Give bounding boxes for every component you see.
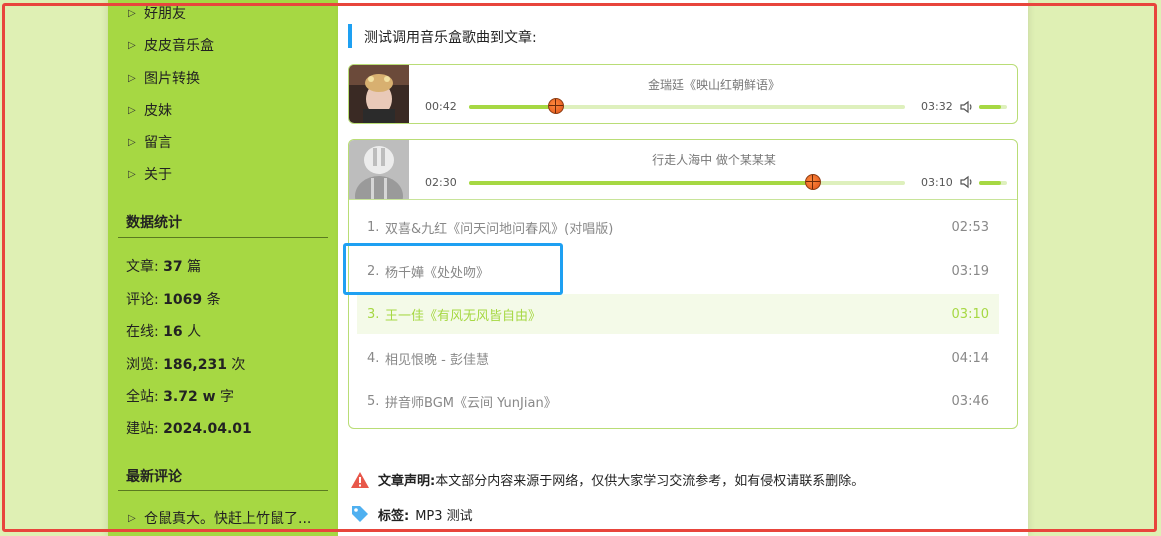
warning-icon <box>351 471 369 488</box>
chevron-right-icon: ▷ <box>128 7 136 19</box>
track-duration: 03:10 <box>951 306 989 322</box>
track-name: 双喜&九红《问天问地问春风》(对唱版) <box>385 221 614 237</box>
current-time: 02:30 <box>425 176 457 189</box>
track-number: 1. <box>367 219 380 235</box>
sidebar-item-label: 图片转换 <box>144 71 200 87</box>
sidebar-item-friends[interactable]: ▷ 好朋友 <box>128 3 186 23</box>
progress-handle[interactable] <box>805 174 822 190</box>
chevron-right-icon: ▷ <box>128 512 136 524</box>
volume-slider[interactable] <box>979 105 1007 109</box>
track-number: 4. <box>367 350 380 366</box>
divider <box>118 237 328 238</box>
chevron-right-icon: ▷ <box>128 136 136 148</box>
music-player-1: 金瑞廷《映山红朝鲜语》 00:42 03:32 <box>348 64 1018 124</box>
volume-fill <box>979 105 1001 109</box>
progress-bar[interactable] <box>469 105 905 109</box>
sidebar-item-label: 皮皮音乐盒 <box>144 38 214 54</box>
tag-link[interactable]: MP3 测试 <box>415 505 472 524</box>
divider <box>349 199 1017 200</box>
quote-text: 测试调用音乐盒歌曲到文章: <box>364 30 537 46</box>
track-number: 3. <box>367 306 380 322</box>
track-number: 5. <box>367 393 380 409</box>
sidebar-item-pimei[interactable]: ▷ 皮妹 <box>128 100 172 120</box>
article-notice: 文章声明: 本文部分内容来源于网络，仅供大家学习交流参考，如有侵权请联系删除。 <box>350 470 864 489</box>
sidebar-item-about[interactable]: ▷ 关于 <box>128 164 172 184</box>
progress-fill <box>469 105 557 109</box>
tag-icon <box>352 506 368 522</box>
sidebar-item-label: 留言 <box>144 135 172 151</box>
track-duration: 02:53 <box>951 219 989 235</box>
article-tags: 标签: MP3 测试 <box>350 504 473 524</box>
song-title: 行走人海中 做个某某某 <box>652 153 776 167</box>
recent-comments-title: 最新评论 <box>126 469 182 485</box>
volume-slider[interactable] <box>979 181 1007 185</box>
tags-label: 标签: <box>378 508 410 524</box>
chevron-right-icon: ▷ <box>128 72 136 84</box>
album-cover[interactable] <box>349 140 409 199</box>
album-cover[interactable] <box>349 65 409 124</box>
track-duration: 04:14 <box>951 350 989 366</box>
playlist-item-active[interactable]: 3. 王一佳《有风无风皆自由》 03:10 <box>357 294 999 334</box>
total-time: 03:32 <box>921 100 953 113</box>
divider <box>118 490 328 491</box>
notice-label: 文章声明: <box>378 474 436 489</box>
progress-fill <box>469 181 814 185</box>
progress-handle[interactable] <box>548 98 565 114</box>
stat-founded: 建站: 2024.04.01 <box>126 421 252 437</box>
stat-words: 全站: 3.72 w 字 <box>126 389 234 405</box>
chevron-right-icon: ▷ <box>128 104 136 116</box>
sidebar: ▷ 好朋友 ▷ 皮皮音乐盒 ▷ 图片转换 ▷ 皮妹 ▷ 留言 ▷ 关于 数据统计… <box>108 0 338 536</box>
comment-item[interactable]: ▷ 仓鼠真大。快赶上竹鼠了... <box>128 508 311 528</box>
sidebar-item-label: 关于 <box>144 167 172 183</box>
progress-bar[interactable] <box>469 181 905 185</box>
chevron-right-icon: ▷ <box>128 39 136 51</box>
stats-title: 数据统计 <box>126 215 182 231</box>
sidebar-item-label: 皮妹 <box>144 103 172 119</box>
stat-views: 浏览: 186,231 次 <box>126 357 246 373</box>
sidebar-item-music-box[interactable]: ▷ 皮皮音乐盒 <box>128 35 214 55</box>
stat-articles: 文章: 37 篇 <box>126 259 202 275</box>
volume-icon[interactable] <box>960 100 974 114</box>
track-name: 王一佳《有风无风皆自由》 <box>385 308 542 324</box>
sidebar-item-guestbook[interactable]: ▷ 留言 <box>128 132 172 152</box>
sidebar-item-label: 好朋友 <box>144 6 186 22</box>
total-time: 03:10 <box>921 176 953 189</box>
track-duration: 03:19 <box>951 263 989 279</box>
selection-highlight <box>343 243 563 295</box>
volume-icon[interactable] <box>960 175 974 189</box>
stat-online: 在线: 16 人 <box>126 324 202 340</box>
playlist-item[interactable]: 5. 拼音师BGM《云间 YunJian》 03:46 <box>357 381 999 421</box>
notice-text: 本文部分内容来源于网络，仅供大家学习交流参考，如有侵权请联系删除。 <box>435 474 865 489</box>
track-name: 相见恨晚 - 彭佳慧 <box>385 352 489 368</box>
quote-accent-bar <box>348 24 352 48</box>
stat-comments: 评论: 1069 条 <box>126 292 221 308</box>
song-title: 金瑞廷《映山红朝鲜语》 <box>647 78 780 92</box>
current-time: 00:42 <box>425 100 457 113</box>
track-duration: 03:46 <box>951 393 989 409</box>
volume-fill <box>979 181 1001 185</box>
playlist-item[interactable]: 4. 相见恨晚 - 彭佳慧 04:14 <box>357 338 999 378</box>
chevron-right-icon: ▷ <box>128 168 136 180</box>
playlist-item[interactable]: 1. 双喜&九红《问天问地问春风》(对唱版) 02:53 <box>357 207 999 247</box>
comment-text: 仓鼠真大。快赶上竹鼠了... <box>144 511 312 527</box>
track-name: 拼音师BGM《云间 YunJian》 <box>385 395 557 411</box>
sidebar-item-image-convert[interactable]: ▷ 图片转换 <box>128 68 200 88</box>
